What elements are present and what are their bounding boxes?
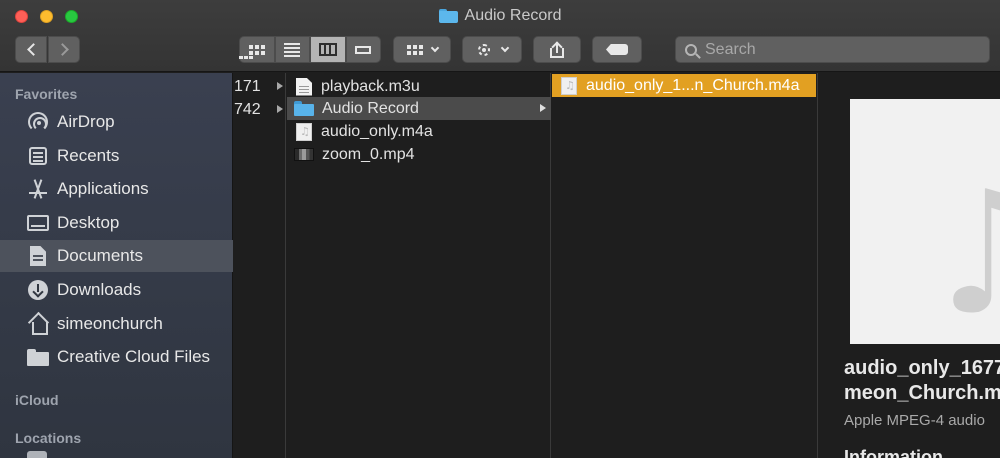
share-button[interactable] — [533, 36, 581, 63]
window-title: Audio Record — [0, 7, 1000, 25]
sidebar-item-label: Downloads — [57, 280, 142, 299]
documents-icon — [30, 246, 46, 266]
column-view-button[interactable] — [310, 36, 346, 63]
chevron-right-icon — [55, 43, 69, 56]
sidebar-item-label: simeonchurch — [57, 314, 163, 333]
view-mode-selector — [239, 36, 381, 63]
list-item[interactable]: audio_only.m4a — [287, 120, 551, 143]
audio-file-icon — [561, 76, 577, 95]
search-icon — [685, 43, 697, 56]
list-item[interactable]: 171 — [234, 75, 286, 98]
applications-icon — [28, 179, 48, 199]
folder-icon — [294, 101, 314, 116]
action-menu-button[interactable] — [462, 36, 522, 63]
item-name: Audio Record — [322, 99, 419, 117]
window-title-text: Audio Record — [464, 7, 562, 24]
search-input[interactable] — [705, 40, 975, 59]
browser-column-parent[interactable]: 171 742 — [234, 73, 286, 458]
downloads-icon — [28, 280, 48, 300]
sidebar-item-label: Recents — [57, 146, 120, 165]
list-view-button[interactable] — [274, 36, 310, 63]
folder-icon — [438, 9, 458, 23]
browser-column-audio-record[interactable]: audio_only_1...n_Church.m4a — [552, 73, 818, 458]
list-item-selected-folder[interactable]: Audio Record — [287, 97, 551, 120]
sidebar-item-airdrop[interactable]: AirDrop — [0, 106, 233, 138]
sidebar-item-label: Desktop — [57, 213, 120, 232]
recents-icon — [29, 147, 47, 165]
sidebar-item-label: AirDrop — [57, 112, 115, 131]
airdrop-icon — [28, 112, 48, 132]
search-field[interactable] — [675, 36, 990, 63]
gallery-icon — [239, 45, 372, 59]
preview-name-line2: meon_Church.m — [844, 382, 1000, 404]
columns-icon — [318, 43, 337, 56]
window-toolbar: Audio Record — [0, 0, 1000, 72]
group-grid-icon — [406, 44, 423, 55]
forward-button[interactable] — [48, 36, 80, 63]
item-name: 742 — [234, 100, 261, 118]
item-name: audio_only_1...n_Church.m4a — [586, 76, 800, 94]
disclosure-arrow-icon — [540, 104, 546, 112]
preview-file-kind: Apple MPEG-4 audio — [844, 412, 985, 429]
desktop-icon — [27, 215, 49, 231]
music-note-icon: ♫ — [922, 155, 1000, 344]
share-icon — [550, 40, 564, 58]
sidebar: Favorites AirDrop Recents Applications D… — [0, 73, 233, 458]
home-icon — [28, 314, 48, 335]
gallery-view-button[interactable] — [239, 36, 381, 63]
favorites-header: Favorites — [15, 86, 78, 102]
audio-file-icon — [296, 122, 312, 141]
sidebar-item-recents[interactable]: Recents — [0, 140, 233, 172]
sidebar-item-home[interactable]: simeonchurch — [0, 308, 233, 340]
preview-file-name: audio_only_1677 meon_Church.m — [844, 356, 1000, 406]
browser-column-documents[interactable]: playback.m3u Audio Record audio_only.m4a… — [287, 73, 551, 458]
tags-button[interactable] — [592, 36, 642, 63]
file-preview-thumbnail[interactable]: ♫ — [850, 99, 1000, 344]
disclosure-arrow-icon — [277, 105, 283, 113]
item-name: zoom_0.mp4 — [322, 145, 415, 163]
chevron-down-icon — [430, 43, 439, 52]
disclosure-arrow-icon — [277, 82, 283, 90]
sidebar-item-downloads[interactable]: Downloads — [0, 274, 233, 306]
sidebar-item-label: Applications — [57, 179, 149, 198]
list-item[interactable]: playback.m3u — [287, 75, 551, 98]
item-name: playback.m3u — [321, 77, 420, 95]
icloud-header: iCloud — [15, 392, 59, 408]
list-item[interactable]: zoom_0.mp4 — [287, 143, 551, 166]
item-name: 171 — [234, 77, 261, 95]
preview-pane: ♫ audio_only_1677 meon_Church.m Apple MP… — [819, 73, 1000, 458]
list-item[interactable]: 742 — [234, 98, 286, 121]
preview-name-line1: audio_only_1677 — [844, 357, 1000, 379]
tag-icon — [606, 44, 628, 55]
sidebar-item-desktop[interactable]: Desktop — [0, 207, 233, 239]
sidebar-item-label: Documents — [57, 246, 143, 265]
list-item-selected-file[interactable]: audio_only_1...n_Church.m4a — [552, 74, 816, 97]
preview-information-header: Information — [844, 447, 943, 458]
document-file-icon — [296, 77, 312, 96]
sidebar-item-creative-cloud-files[interactable]: Creative Cloud Files — [0, 341, 233, 373]
back-button[interactable] — [15, 36, 47, 63]
sidebar-item-applications[interactable]: Applications — [0, 173, 233, 205]
folder-icon — [27, 348, 49, 366]
group-by-button[interactable] — [393, 36, 451, 63]
item-name: audio_only.m4a — [321, 122, 433, 140]
sidebar-item-documents[interactable]: Documents — [0, 240, 233, 272]
chevron-down-icon — [500, 43, 510, 52]
gear-icon — [476, 42, 492, 58]
list-icon — [284, 42, 301, 57]
disk-icon[interactable] — [27, 451, 47, 458]
sidebar-item-label: Creative Cloud Files — [57, 347, 211, 366]
chevron-left-icon — [26, 43, 40, 56]
video-thumbnail-icon — [294, 148, 314, 161]
locations-header: Locations — [15, 430, 82, 446]
